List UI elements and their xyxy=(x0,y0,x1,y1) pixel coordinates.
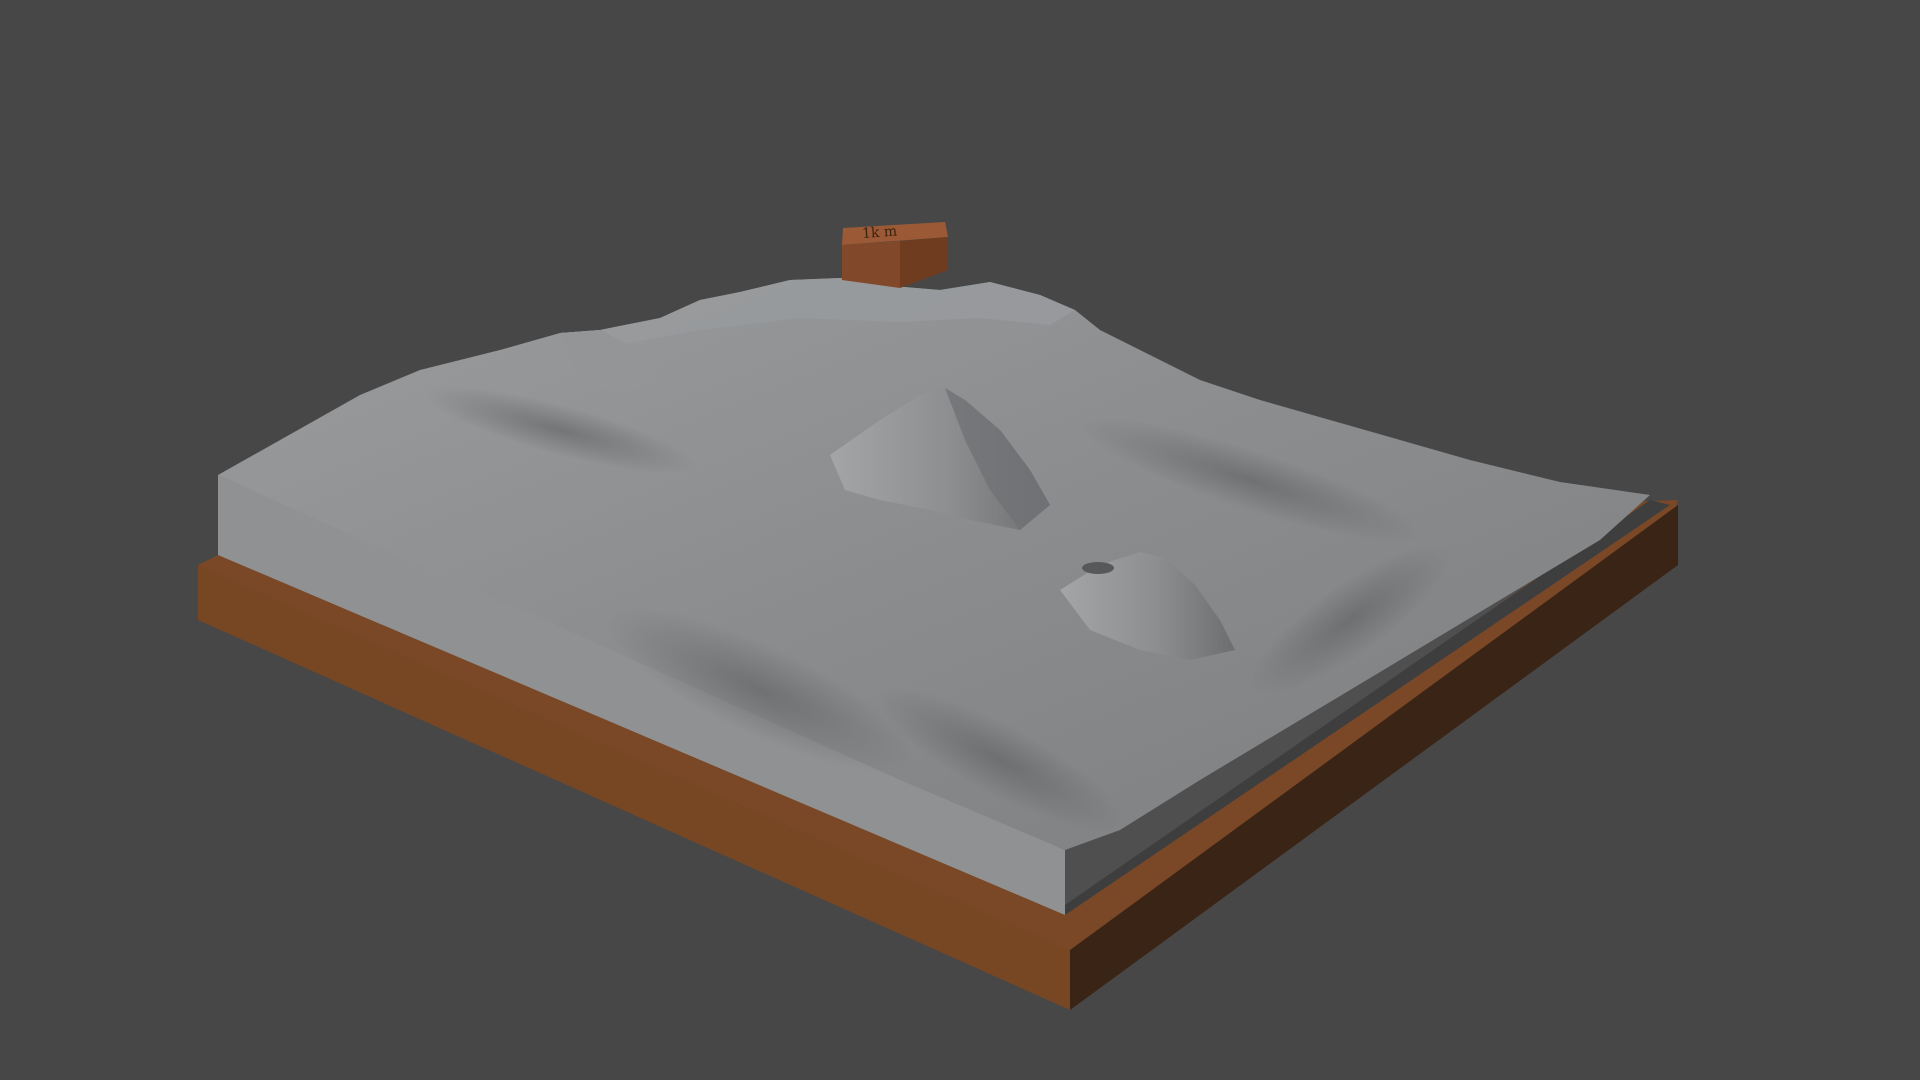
label-block-front xyxy=(842,241,900,288)
3d-viewport[interactable]: 1k m xyxy=(0,0,1920,1080)
label-block-side xyxy=(900,237,948,288)
label-block: 1k m xyxy=(842,222,948,288)
terrain-block xyxy=(218,278,1670,915)
label-block-text: 1k m xyxy=(862,224,898,242)
crater xyxy=(1082,562,1114,574)
terrain-model-render: 1k m xyxy=(198,222,1678,1010)
